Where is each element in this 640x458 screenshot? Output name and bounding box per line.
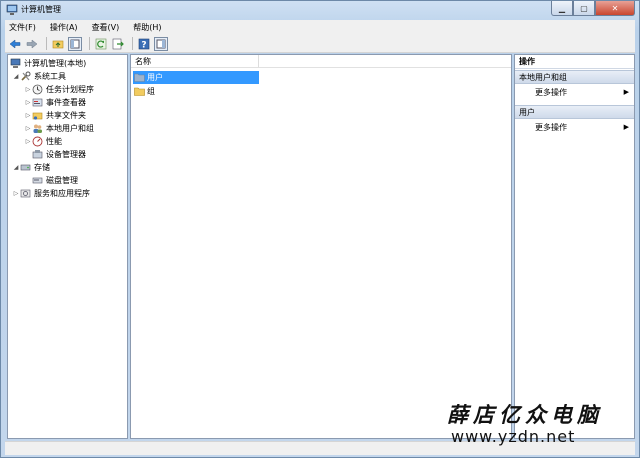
tree-label: 性能 <box>46 136 62 146</box>
storage-icon <box>20 162 31 173</box>
computer-management-icon <box>10 58 21 69</box>
collapsed-arrow-icon[interactable]: ▷ <box>24 112 32 119</box>
title-bar[interactable]: 计算机管理 ▁ ▢ ✕ <box>1 1 639 19</box>
tree-label: 共享文件夹 <box>46 110 86 120</box>
collapsed-arrow-icon[interactable]: ▷ <box>24 86 32 93</box>
watermark-title: 薛店亿众电脑 <box>447 402 603 427</box>
shared-folder-icon <box>32 110 43 121</box>
collapsed-arrow-icon[interactable]: ▷ <box>24 99 32 106</box>
maximize-icon: ▢ <box>580 3 588 13</box>
tree-item-system-tools[interactable]: ◢ 系统工具 <box>12 70 66 82</box>
up-folder-icon[interactable] <box>51 37 65 51</box>
menu-help[interactable]: 帮助(H) <box>133 22 161 33</box>
window-controls: ▁ ▢ ✕ <box>551 1 635 17</box>
expanded-arrow-icon[interactable]: ◢ <box>12 164 20 171</box>
maximize-button[interactable]: ▢ <box>573 1 595 16</box>
result-list: 名称 用户 组 <box>130 54 512 439</box>
watermark-url: www.yzdn.net <box>451 427 576 446</box>
tools-icon <box>20 71 31 82</box>
tree-label: 任务计划程序 <box>46 84 94 94</box>
collapsed-arrow-icon[interactable]: ▷ <box>24 138 32 145</box>
window-title: 计算机管理 <box>21 5 61 14</box>
tree-item-storage[interactable]: ◢ 存储 <box>12 161 50 173</box>
menu-bar: 文件(F) 操作(A) 查看(V) 帮助(H) <box>5 20 635 35</box>
tree-item-event-viewer[interactable]: ▷ 事件查看器 <box>24 96 86 108</box>
toolbar: ? <box>5 35 635 53</box>
close-button[interactable]: ✕ <box>595 1 635 16</box>
back-arrow-icon[interactable] <box>8 37 22 51</box>
clock-icon <box>32 84 43 95</box>
tree-label: 计算机管理(本地) <box>24 58 87 68</box>
menu-action[interactable]: 操作(A) <box>50 22 78 33</box>
tree-item-task-scheduler[interactable]: ▷ 任务计划程序 <box>24 83 94 95</box>
tree-item-device-manager[interactable]: 设备管理器 <box>32 148 86 160</box>
toolbar-separator <box>132 37 133 50</box>
expanded-arrow-icon[interactable]: ◢ <box>12 73 20 80</box>
show-hide-tree-icon[interactable] <box>68 36 82 51</box>
column-header-empty <box>259 55 511 68</box>
tree-item-shared-folders[interactable]: ▷ 共享文件夹 <box>24 109 86 121</box>
console-tree: 计算机管理(本地) ◢ 系统工具 ▷ 任务计划程序 ▷ 事件查看器 ▷ 共享文件… <box>7 54 128 439</box>
minimize-button[interactable]: ▁ <box>551 1 573 16</box>
folder-icon <box>134 87 145 96</box>
help-icon[interactable]: ? <box>137 37 151 51</box>
users-icon <box>32 123 43 134</box>
action-more-actions[interactable]: 更多操作 ▶ <box>515 86 634 99</box>
forward-arrow-icon[interactable] <box>25 37 39 51</box>
show-hide-action-pane-icon[interactable] <box>154 36 168 51</box>
collapsed-arrow-icon[interactable]: ▷ <box>12 190 20 197</box>
action-more-actions[interactable]: 更多操作 ▶ <box>515 121 634 134</box>
action-pane: 操作 本地用户和组 更多操作 ▶ 用户 更多操作 ▶ <box>514 54 635 439</box>
action-group-local-users-groups[interactable]: 本地用户和组 <box>515 70 634 84</box>
action-group-users[interactable]: 用户 <box>515 105 634 119</box>
event-viewer-icon <box>32 97 43 108</box>
folder-icon <box>134 73 145 82</box>
tree-label: 磁盘管理 <box>46 175 78 185</box>
tree-item-services-applications[interactable]: ▷ 服务和应用程序 <box>12 187 90 199</box>
menu-view[interactable]: 查看(V) <box>92 22 120 33</box>
tree-item-root[interactable]: 计算机管理(本地) <box>10 57 86 69</box>
tree-label: 事件查看器 <box>46 97 86 107</box>
tree-item-disk-management[interactable]: 磁盘管理 <box>32 174 78 186</box>
performance-icon <box>32 136 43 147</box>
minimize-icon: ▁ <box>558 3 566 13</box>
tree-label: 系统工具 <box>34 71 66 81</box>
tree-label: 服务和应用程序 <box>34 188 90 198</box>
submenu-arrow-icon: ▶ <box>623 123 629 131</box>
computer-management-icon <box>6 4 18 16</box>
list-item-label: 组 <box>147 87 155 96</box>
menu-file[interactable]: 文件(F) <box>9 22 36 33</box>
tree-label: 设备管理器 <box>46 149 86 159</box>
list-item-groups[interactable]: 组 <box>133 85 259 98</box>
action-pane-title: 操作 <box>515 55 634 69</box>
column-header-name[interactable]: 名称 <box>131 55 259 68</box>
list-item-users[interactable]: 用户 <box>133 71 259 84</box>
services-icon <box>20 188 31 199</box>
submenu-arrow-icon: ▶ <box>623 88 629 96</box>
toolbar-separator <box>89 37 90 50</box>
window-frame: 计算机管理 ▁ ▢ ✕ 文件(F) 操作(A) 查看(V) 帮助(H) ? 计算… <box>0 0 640 458</box>
close-icon: ✕ <box>611 3 619 13</box>
action-label: 更多操作 <box>535 123 567 132</box>
toolbar-separator <box>46 37 47 50</box>
device-manager-icon <box>32 149 43 160</box>
list-item-label: 用户 <box>147 73 163 82</box>
watermark: 薛店亿众电脑 www.yzdn.net <box>447 399 633 449</box>
disk-management-icon <box>32 175 43 186</box>
collapsed-arrow-icon[interactable]: ▷ <box>24 125 32 132</box>
refresh-icon[interactable] <box>94 37 108 51</box>
tree-label: 本地用户和组 <box>46 123 94 133</box>
svg-text:?: ? <box>141 40 146 50</box>
action-label: 更多操作 <box>535 88 567 97</box>
tree-item-local-users-groups[interactable]: ▷ 本地用户和组 <box>24 122 94 134</box>
tree-item-performance[interactable]: ▷ 性能 <box>24 135 62 147</box>
tree-label: 存储 <box>34 162 50 172</box>
export-list-icon[interactable] <box>111 37 125 51</box>
